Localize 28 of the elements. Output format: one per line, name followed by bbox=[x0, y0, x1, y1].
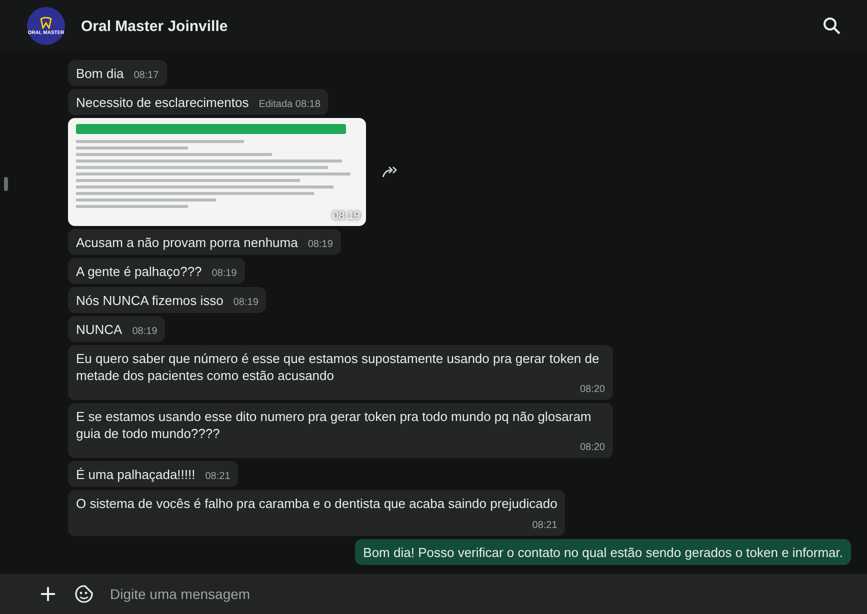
chat-title: Oral Master Joinville bbox=[81, 18, 229, 34]
message-text: O sistema de vocês é falho pra caramba e o dentista que acaba saindo prejudicado bbox=[76, 495, 558, 513]
message-text: E se estamos usando esse dito numero pra gerar token pra todo mundo pq não glosaram guia de todo mundo???? bbox=[76, 408, 592, 442]
compose-bar[interactable]: Digite uma mensagem bbox=[0, 574, 867, 614]
message-time: 08:17 bbox=[134, 70, 159, 82]
message-text: Eu quero saber que número é esse que estamos supostamente usando pra gerar token de metade dos pacientes como estão acusando bbox=[76, 350, 600, 384]
message-time: 08:19 bbox=[332, 210, 360, 222]
screenshot-image[interactable]: 08:19 bbox=[68, 118, 366, 226]
message-time: 08:20 bbox=[580, 442, 605, 454]
message-text: Bom dia! Posso verificar o contato no qual estão sendo gerados o token e informar. bbox=[363, 544, 843, 561]
message-input[interactable]: Digite uma mensagem bbox=[108, 585, 853, 603]
message-time: 08:21 bbox=[205, 471, 230, 483]
message-text: Necessito de esclarecimentos bbox=[76, 94, 249, 111]
message-time: Editada 08:18 bbox=[258, 99, 320, 111]
message-text: Acusam a não provam porra nenhuma bbox=[76, 234, 298, 251]
message-time: 08:19 bbox=[233, 297, 258, 309]
message-time: 08:19 bbox=[212, 268, 237, 280]
message-text: É uma palhaçada!!!!! bbox=[76, 466, 196, 483]
message-time: 08:19 bbox=[308, 239, 333, 251]
message-text: Nós NUNCA fizemos isso bbox=[76, 292, 224, 309]
scrollbar-thumb[interactable] bbox=[4, 177, 8, 191]
tooth-logo-icon bbox=[39, 16, 53, 28]
message-text: Bom dia bbox=[76, 65, 124, 82]
message-text: A gente é palhaço??? bbox=[76, 263, 202, 280]
message-time: 08:20 bbox=[580, 384, 605, 396]
message-text: NUNCA bbox=[76, 321, 122, 338]
message-time: 08:19 bbox=[132, 326, 158, 338]
message-time: 08:21 bbox=[532, 520, 558, 532]
